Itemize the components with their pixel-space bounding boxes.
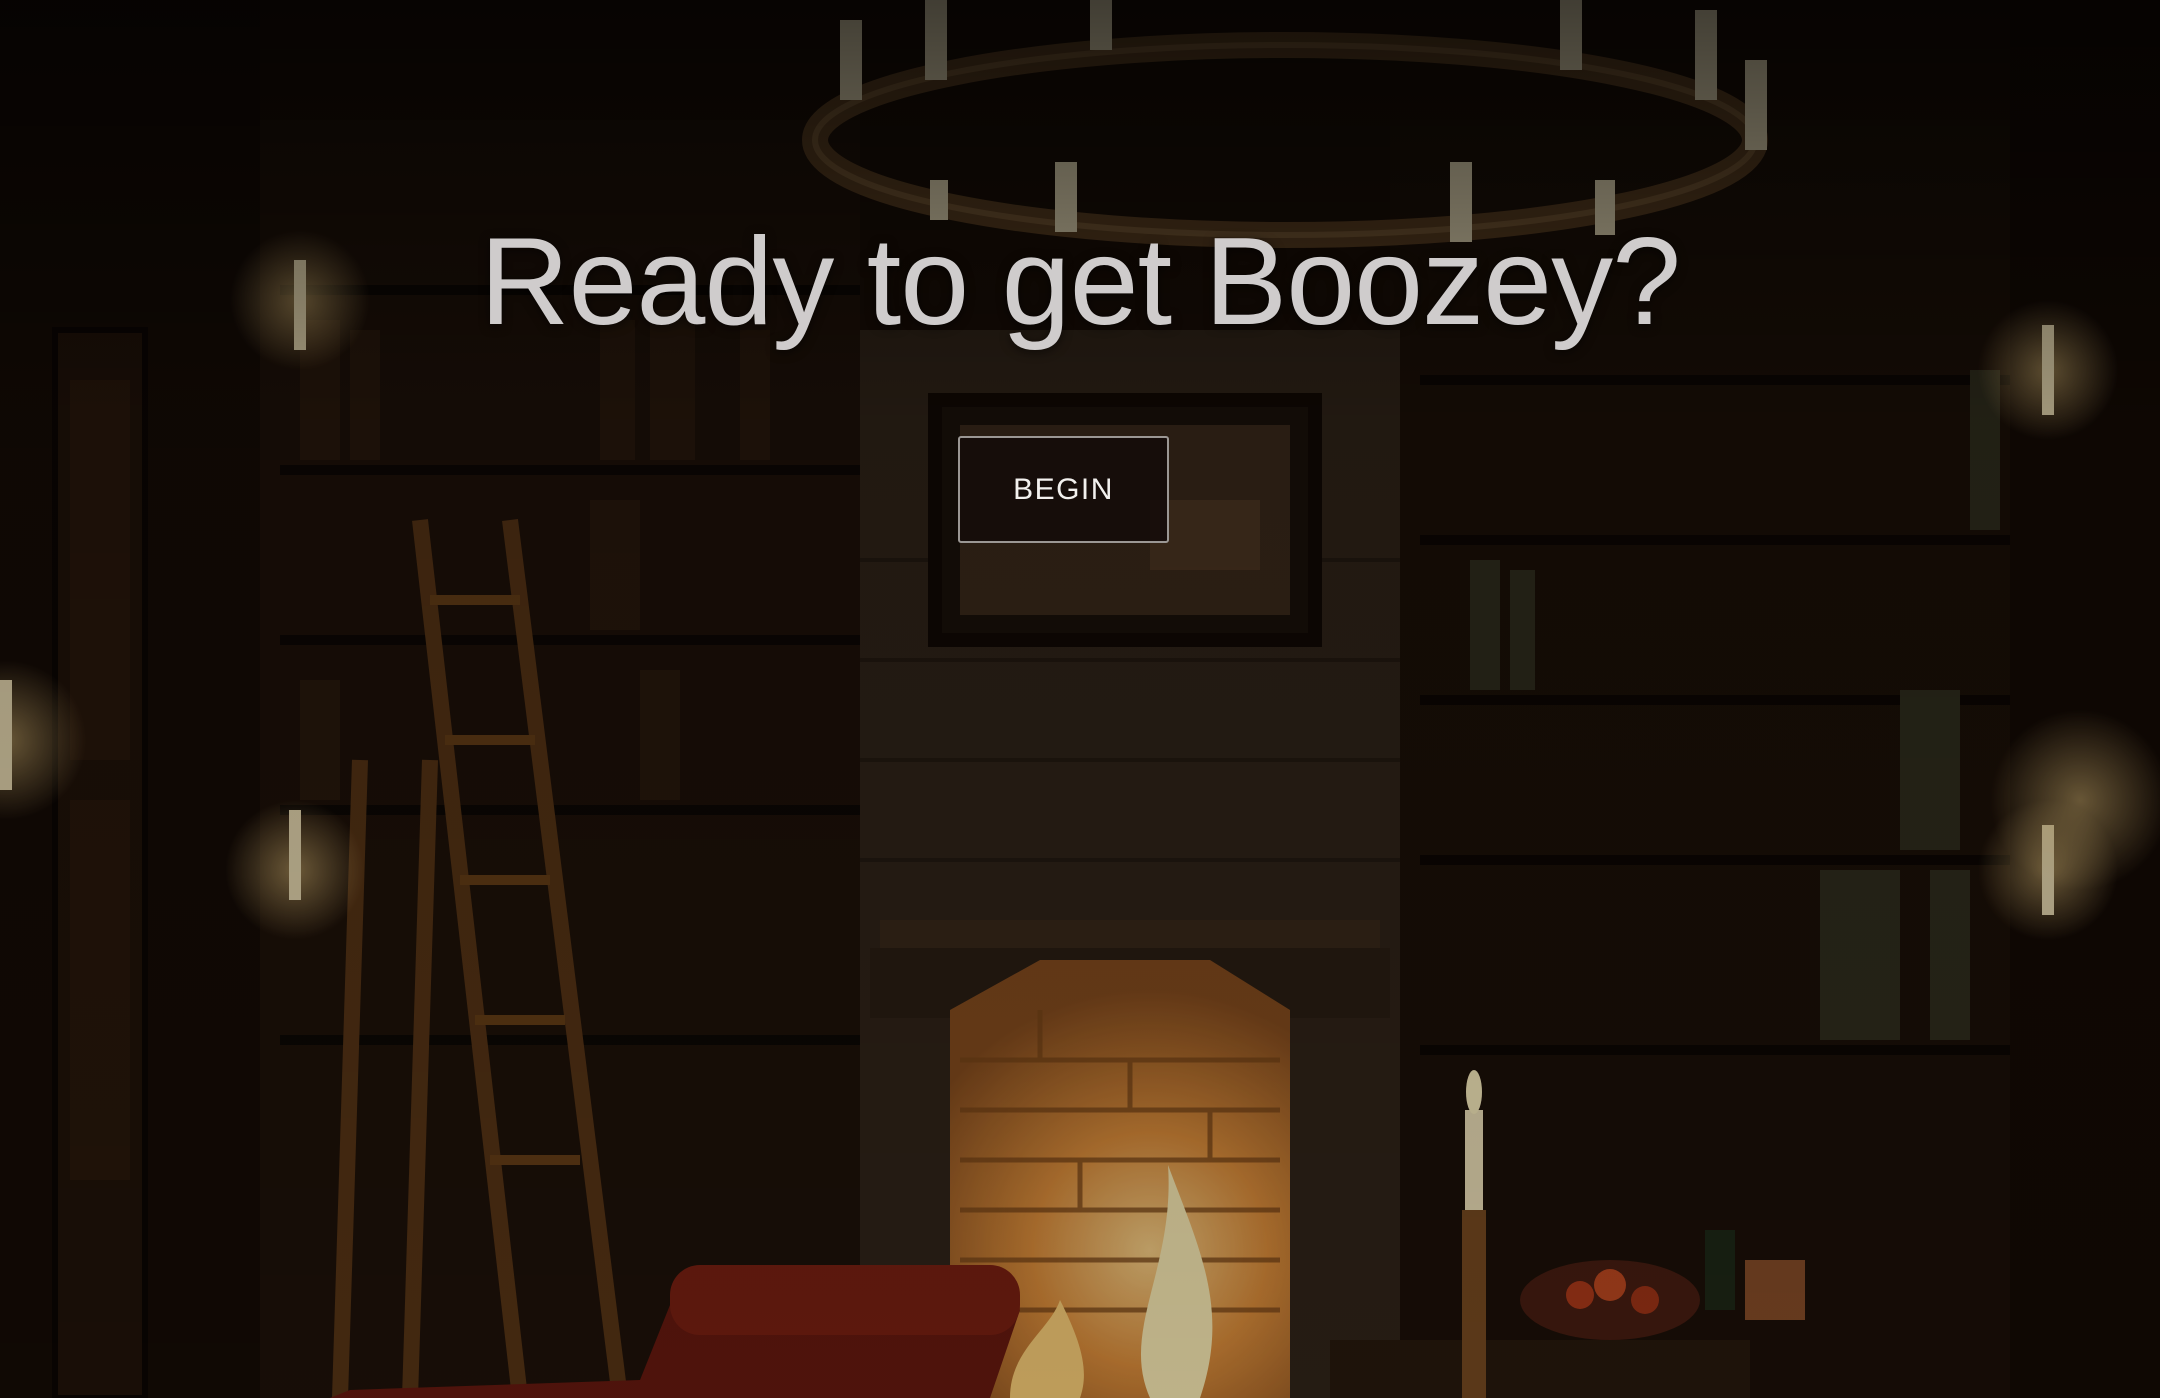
landing-page: Ready to get Boozey? BEGIN [0,0,2160,1398]
hero-section: Ready to get Boozey? BEGIN [0,0,2160,1398]
begin-button[interactable]: BEGIN [958,436,1169,543]
hero-headline: Ready to get Boozey? [479,213,1681,351]
